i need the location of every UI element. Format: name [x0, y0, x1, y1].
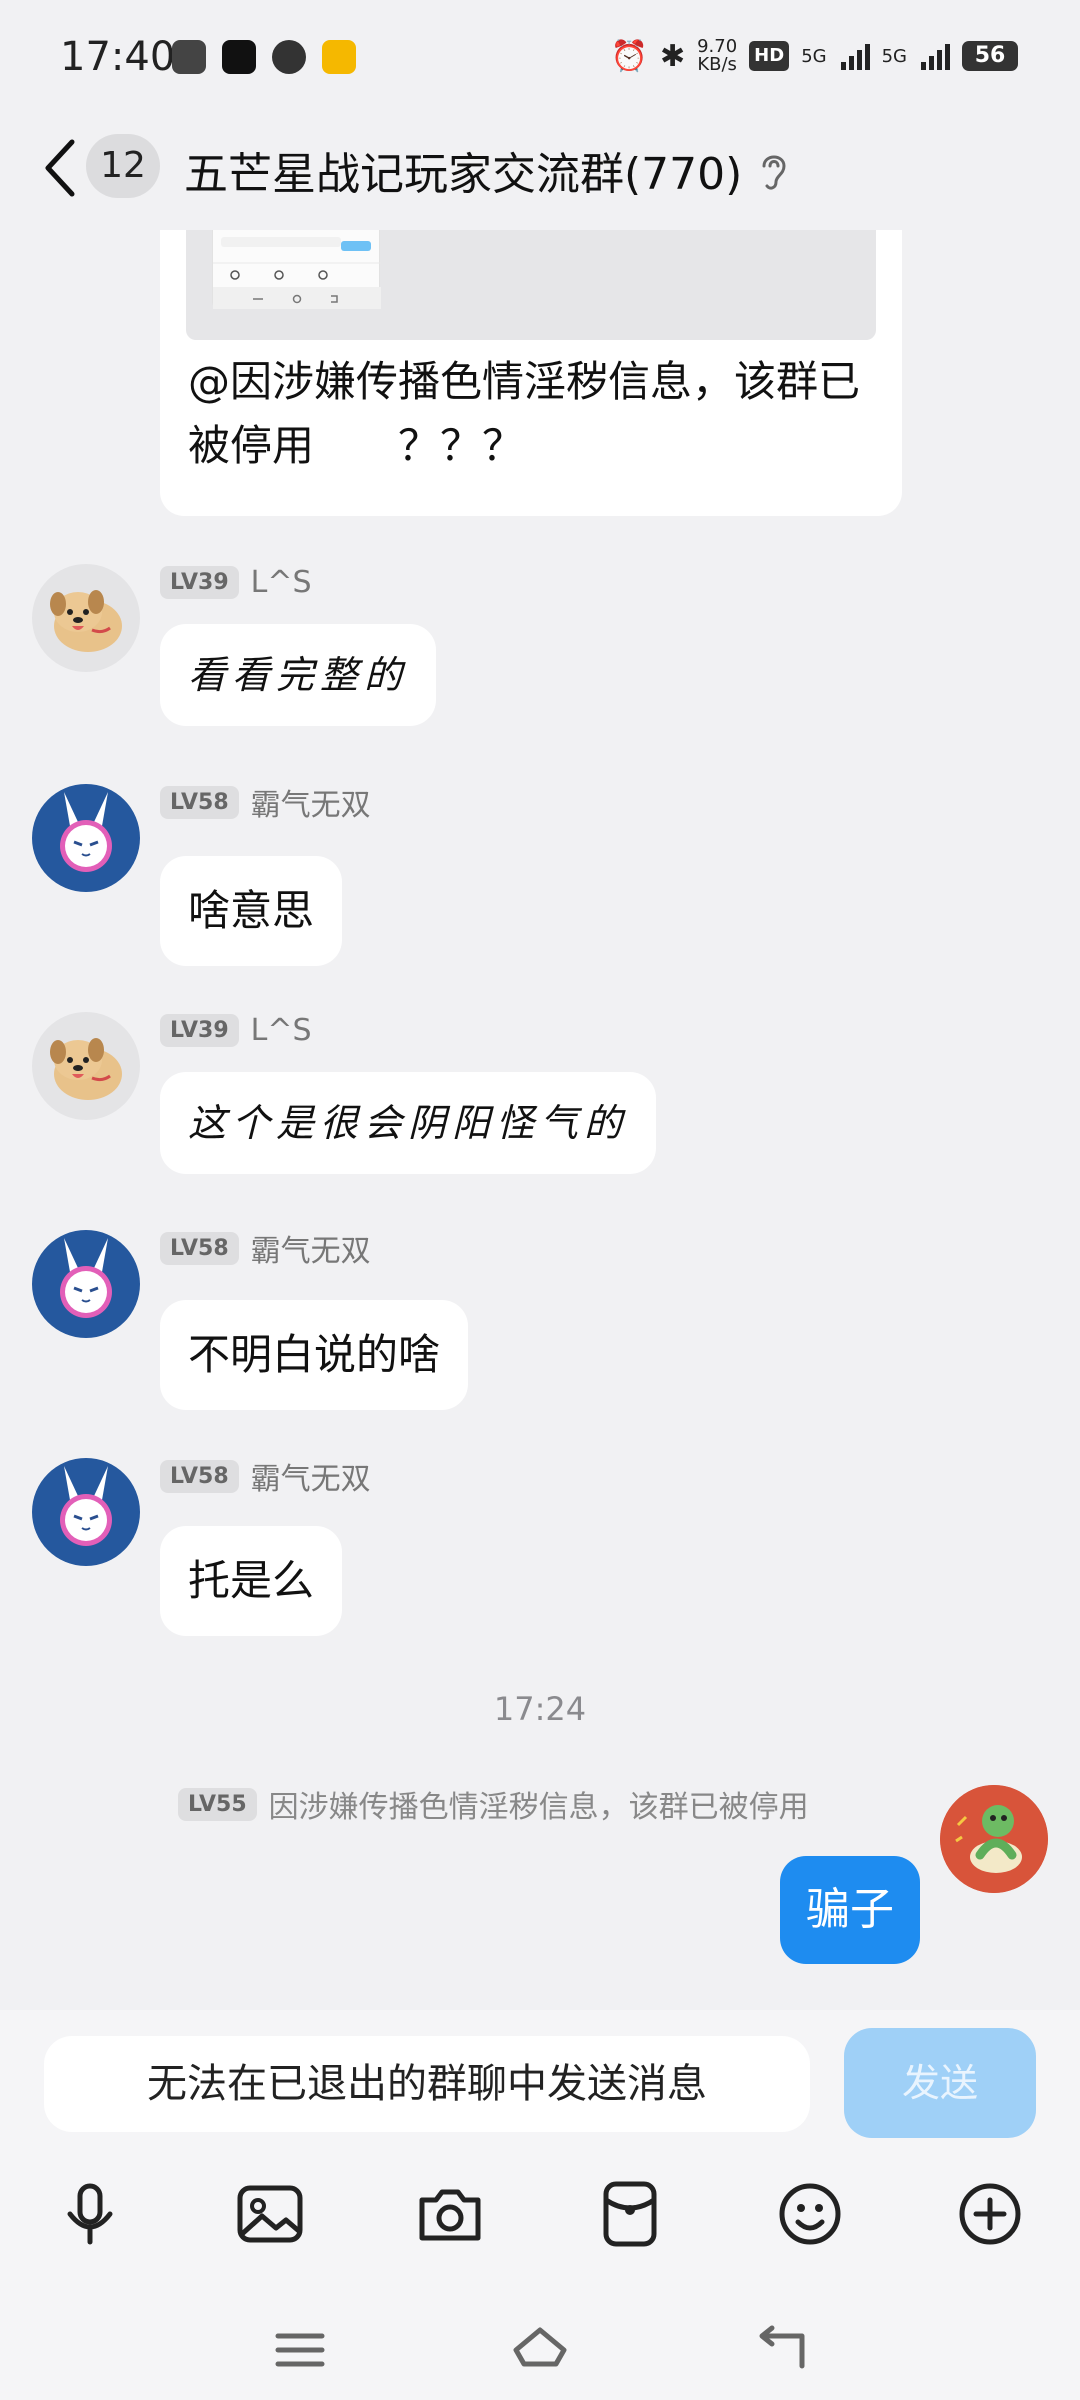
wallet-icon [172, 40, 206, 74]
level-badge: LV39 [160, 565, 239, 599]
status-time: 17:40 [60, 34, 176, 80]
avatar[interactable] [32, 1230, 140, 1338]
time-divider: 17:24 [493, 1690, 587, 1728]
shared-image-message[interactable]: @因涉嫌传播色情淫秽信息，该群已被停用 ？？？ [160, 230, 902, 516]
level-badge: LV58 [160, 785, 239, 819]
camera-icon [419, 2189, 481, 2241]
chat-title[interactable]: 五芒星战记玩家交流群(770) [184, 138, 742, 202]
system-nav-bar [0, 2300, 1080, 2400]
battery-icon: 56 [962, 41, 1018, 71]
signal2-label: 5G [881, 45, 907, 67]
unread-count-badge[interactable]: 12 [86, 134, 160, 198]
back-nav-button[interactable] [752, 2320, 812, 2380]
dog-avatar-icon [50, 590, 122, 652]
home-nav-button[interactable] [510, 2320, 570, 2380]
snake-avatar-icon [940, 1785, 1048, 1893]
chat-header: 12 五芒星战记玩家交流群(770) [0, 118, 1080, 230]
bunny-avatar-icon [60, 792, 112, 872]
input-toolbar [0, 2160, 1080, 2270]
sender-meta: LV58 霸气无双 [160, 1454, 371, 1498]
chat-bubble-icon [272, 40, 306, 74]
message-bubble[interactable]: 啥意思 [160, 856, 343, 966]
sender-name[interactable]: 霸气无双 [251, 780, 371, 824]
message-list[interactable]: @因涉嫌传播色情淫秽信息，该群已被停用 ？？？ LV39 L^S 看看完整的 L… [0, 230, 1080, 2010]
tiktok-icon [222, 40, 256, 74]
self-avatar[interactable] [940, 1785, 1048, 1893]
plus-circle-icon [959, 2183, 1021, 2245]
back-button[interactable] [36, 132, 86, 204]
shared-image-preview[interactable] [186, 230, 876, 340]
status-right: ⏰ ✱ 9.70 KB/s HD 5G 5G 56 [611, 38, 1018, 74]
signal1-label: 5G [801, 45, 827, 67]
bunny-avatar-icon [60, 1238, 112, 1318]
notification-icons [172, 40, 356, 74]
bluetooth-icon: ✱ [659, 38, 686, 74]
menu-nav-button[interactable] [270, 2320, 330, 2380]
level-badge: LV39 [160, 1013, 239, 1047]
system-notice: LV55 因涉嫌传播色情淫秽信息，该群已被停用 [178, 1782, 809, 1826]
signal1-icon [840, 42, 870, 70]
level-badge: LV58 [160, 1459, 239, 1493]
avatar[interactable] [32, 784, 140, 892]
hd-icon: HD [749, 41, 790, 71]
sender-meta: LV39 L^S [160, 1010, 312, 1050]
ear-icon [756, 148, 792, 194]
alarm-icon: ⏰ [610, 38, 648, 74]
message-bubble[interactable]: 这个是很会阴阳怪气的 [160, 1072, 657, 1174]
voice-button[interactable] [54, 2178, 126, 2250]
dog-avatar-icon [50, 1038, 122, 1100]
send-button[interactable]: 发送 [844, 2028, 1036, 2138]
status-bar: 17:40 ⏰ ✱ 9.70 KB/s HD 5G 5G 56 [0, 0, 1080, 118]
message-input[interactable]: 无法在已退出的群聊中发送消息 [44, 2036, 810, 2132]
more-button[interactable] [954, 2178, 1026, 2250]
message-bubble[interactable]: 不明白说的啥 [160, 1300, 469, 1410]
network-speed: 9.70 KB/s [697, 38, 737, 74]
net-speed-unit: KB/s [697, 54, 737, 75]
sender-name[interactable]: 霸气无双 [251, 1226, 371, 1270]
red-packet-icon [603, 2181, 657, 2247]
sender-meta: LV58 霸气无双 [160, 1226, 371, 1270]
red-packet-button[interactable] [594, 2178, 666, 2250]
return-icon [759, 2325, 805, 2369]
card-message-text[interactable]: @因涉嫌传播色情淫秽信息，该群已被停用 ？？？ [188, 350, 878, 478]
image-button[interactable] [234, 2178, 306, 2250]
smile-icon [779, 2183, 841, 2245]
sender-name[interactable]: 霸气无双 [251, 1454, 371, 1498]
avatar[interactable] [32, 564, 140, 672]
emoji-button[interactable] [774, 2178, 846, 2250]
self-message-bubble[interactable]: 骗子 [780, 1856, 920, 1964]
input-area: 无法在已退出的群聊中发送消息 发送 [0, 2010, 1080, 2400]
signal2-icon [921, 42, 950, 70]
home-icon [513, 2327, 567, 2367]
image-icon [237, 2185, 303, 2243]
mail-icon [322, 40, 356, 74]
sender-name[interactable]: L^S [251, 1013, 312, 1048]
camera-button[interactable] [414, 2178, 486, 2250]
sender-meta: LV58 霸气无双 [160, 780, 371, 824]
microphone-icon [67, 2183, 113, 2245]
system-notice-text: 因涉嫌传播色情淫秽信息，该群已被停用 [268, 1790, 809, 1825]
message-bubble[interactable]: 看看完整的 [160, 624, 437, 726]
message-bubble[interactable]: 托是么 [160, 1526, 343, 1636]
menu-icon [275, 2333, 325, 2367]
avatar[interactable] [32, 1012, 140, 1120]
screenshot-thumbnail [212, 230, 381, 309]
bunny-avatar-icon [60, 1466, 112, 1546]
sender-name[interactable]: L^S [251, 565, 312, 600]
sender-meta: LV39 L^S [160, 562, 312, 602]
chevron-left-icon [45, 139, 75, 197]
level-badge: LV58 [160, 1231, 239, 1265]
avatar[interactable] [32, 1458, 140, 1566]
level-badge: LV55 [178, 1787, 257, 1821]
